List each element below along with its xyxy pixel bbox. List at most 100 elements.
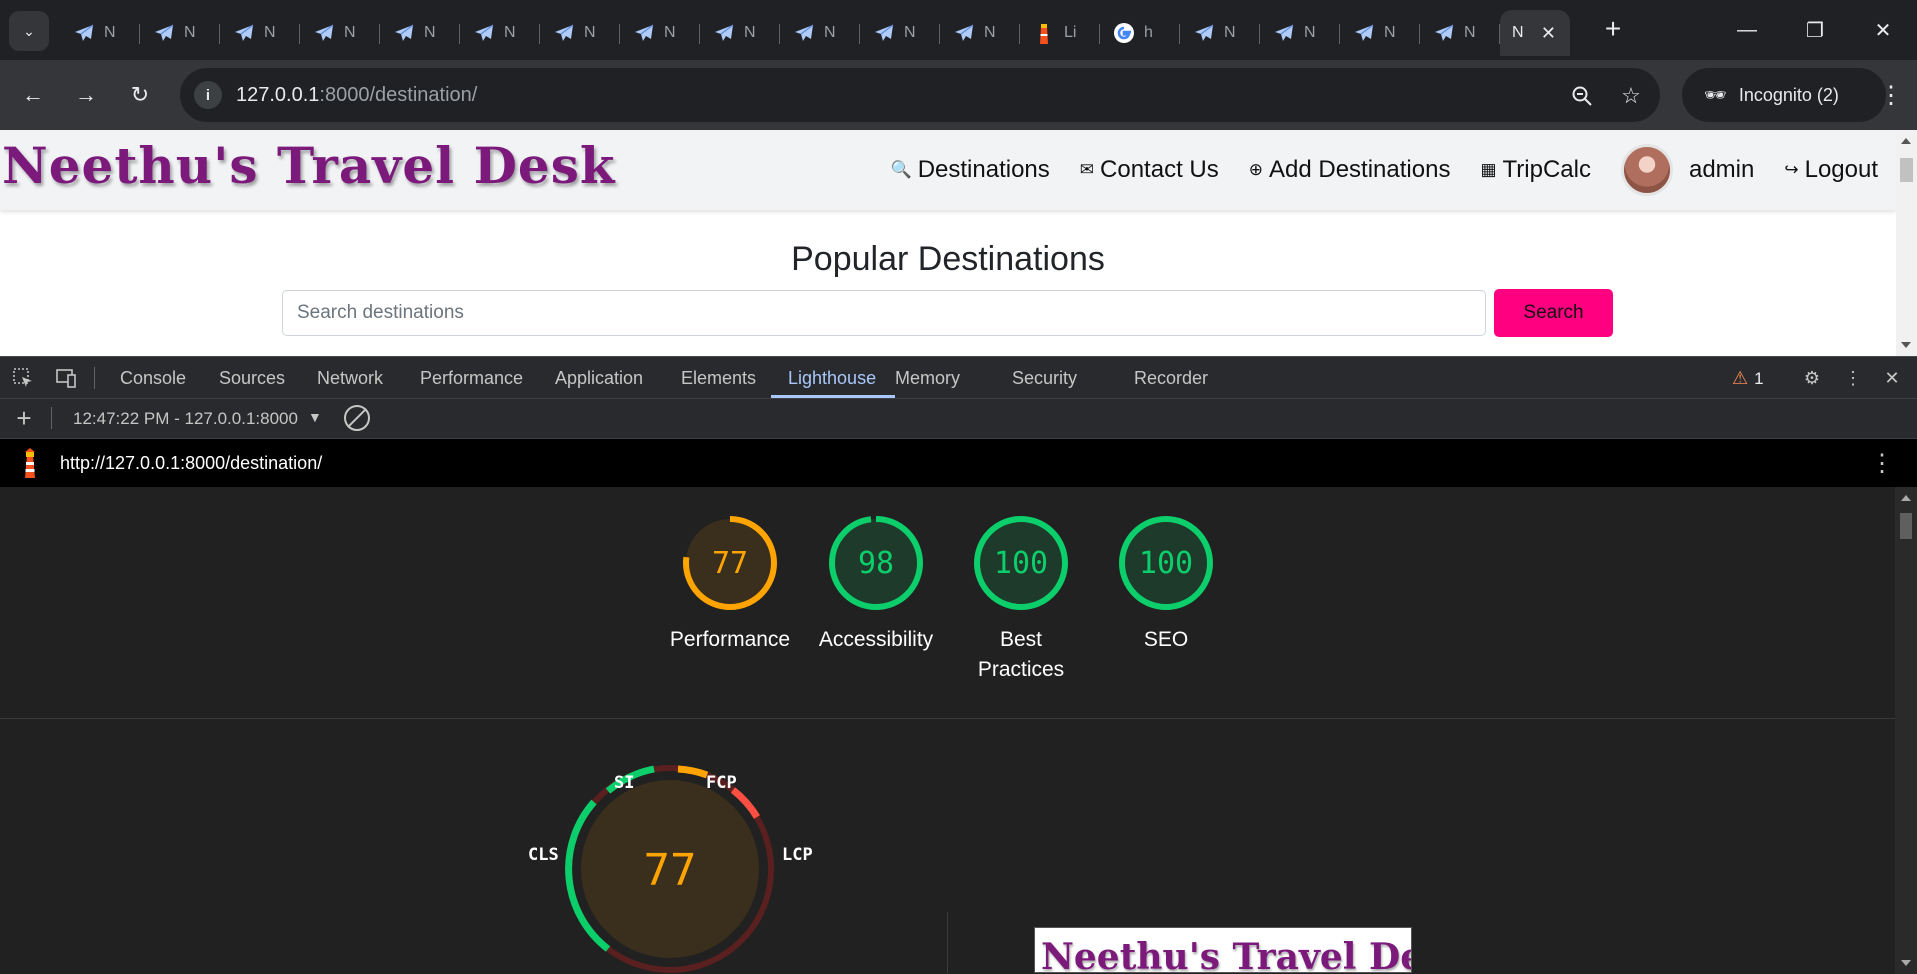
incognito-indicator[interactable]: 🕶 Incognito (2) (1682, 68, 1886, 122)
browser-tab[interactable]: N (380, 10, 460, 56)
devtools-tab-memory[interactable]: Memory (895, 357, 960, 399)
airplane-icon (792, 21, 816, 45)
metric-si-label[interactable]: SI (614, 773, 634, 793)
thumbnail-brand-text: Neethu's Travel Desk (1041, 936, 1411, 973)
devtools-tab-network[interactable]: Network (317, 357, 383, 399)
nav-add-label: Add Destinations (1269, 156, 1451, 183)
browser-tab[interactable]: N (700, 10, 780, 56)
site-navbar: Neethu's Travel Desk 🔍 Destinations ✉ Co… (0, 130, 1896, 210)
device-toolbar-icon[interactable] (54, 366, 78, 390)
new-report-button[interactable]: + (10, 403, 38, 433)
forward-button[interactable]: → (68, 77, 104, 113)
browser-tab[interactable]: N (860, 10, 940, 56)
scroll-down-arrow-icon[interactable] (1901, 960, 1911, 966)
clear-reports-icon[interactable] (344, 405, 370, 431)
scroll-down-arrow-icon[interactable] (1901, 342, 1911, 348)
devtools-tab-performance[interactable]: Performance (420, 357, 523, 399)
minimize-button[interactable]: — (1713, 0, 1781, 60)
search-icon: 🔍 (890, 160, 912, 179)
tab-search-button[interactable]: ⌄ (9, 11, 49, 51)
url-text[interactable]: 127.0.0.1:8000/destination/ (236, 84, 477, 107)
reload-button[interactable]: ↻ (122, 77, 158, 113)
search-input[interactable] (282, 290, 1486, 336)
settings-gear-icon[interactable]: ⚙ (1800, 366, 1824, 390)
final-screenshot-thumbnail[interactable]: Neethu's Travel Desk (1034, 927, 1412, 973)
address-bar[interactable]: i 127.0.0.1:8000/destination/ ☆ (180, 68, 1660, 122)
report-scrollbar[interactable] (1895, 487, 1917, 974)
browser-tab[interactable]: N (140, 10, 220, 56)
browser-menu-button[interactable]: ⋮ (1876, 77, 1906, 113)
back-button[interactable]: ← (15, 77, 51, 113)
browser-tab[interactable]: N (620, 10, 700, 56)
score-gauge-best-practices[interactable]: 100 Best Practices (951, 513, 1091, 685)
browser-tab[interactable]: h (1100, 10, 1180, 56)
browser-tab[interactable]: N (460, 10, 540, 56)
user-profile-link[interactable]: admin (1620, 144, 1754, 196)
close-devtools-icon[interactable]: ✕ (1880, 366, 1904, 390)
devtools-tab-console[interactable]: Console (120, 357, 186, 399)
score-gauge-performance[interactable]: 77 Performance (660, 513, 800, 655)
browser-tab-active[interactable]: N ✕ (1500, 10, 1570, 56)
page-scrollbar[interactable] (1896, 130, 1917, 356)
devtools-tab-recorder[interactable]: Recorder (1134, 357, 1208, 399)
devtools-tabbar: Console Sources Network Performance Applicat… (0, 357, 1917, 399)
scrollbar-thumb[interactable] (1900, 158, 1913, 182)
airplane-icon (952, 21, 976, 45)
airplane-icon (312, 21, 336, 45)
devtools-tab-elements[interactable]: Elements (681, 357, 756, 399)
browser-tab[interactable]: N (220, 10, 300, 56)
logout-link[interactable]: ↪ Logout (1784, 156, 1878, 184)
score-gauge-seo[interactable]: 100 SEO (1096, 513, 1236, 655)
browser-tab[interactable]: N (300, 10, 380, 56)
metric-lcp-label[interactable]: LCP (782, 845, 813, 865)
airplane-icon (232, 21, 256, 45)
close-window-button[interactable]: ✕ (1849, 0, 1917, 60)
report-url[interactable]: http://127.0.0.1:8000/destination/ (60, 453, 322, 474)
browser-tab[interactable]: N (60, 10, 140, 56)
lighthouse-icon (25, 448, 35, 478)
bookmark-star-icon[interactable]: ☆ (1617, 82, 1645, 110)
browser-tab[interactable]: N (540, 10, 620, 56)
performance-score-large: 77 (644, 845, 697, 896)
devtools-tab-security[interactable]: Security (1012, 357, 1077, 399)
airplane-icon (632, 21, 656, 45)
devtools-tab-application[interactable]: Application (555, 357, 643, 399)
browser-tab[interactable]: N (1260, 10, 1340, 56)
nav-add-destinations-link[interactable]: ⊕ Add Destinations (1249, 156, 1451, 184)
devtools-tab-sources[interactable]: Sources (219, 357, 285, 399)
site-info-icon[interactable]: i (194, 81, 222, 109)
metric-cls-label[interactable]: CLS (528, 845, 559, 865)
report-selector[interactable]: 12:47:22 PM - 127.0.0.1:8000 (73, 409, 298, 429)
inspect-element-icon[interactable] (11, 366, 35, 390)
browser-tab[interactable]: Li (1020, 10, 1100, 56)
score-gauge-accessibility[interactable]: 98 Accessibility (806, 513, 946, 655)
zoom-icon[interactable] (1568, 82, 1596, 110)
warnings-counter[interactable]: ⚠ 1 (1732, 368, 1764, 389)
restore-button[interactable]: ❐ (1781, 0, 1849, 60)
page-viewport: Neethu's Travel Desk 🔍 Destinations ✉ Co… (0, 130, 1917, 356)
scrollbar-thumb[interactable] (1900, 513, 1912, 539)
search-button[interactable]: Search (1494, 289, 1613, 337)
nav-tripcalc-link[interactable]: ▦ TripCalc (1480, 156, 1591, 184)
new-tab-button[interactable]: + (1596, 12, 1630, 46)
browser-tab[interactable]: N (1420, 10, 1500, 56)
page-title: Popular Destinations (791, 240, 1105, 278)
scroll-up-arrow-icon[interactable] (1901, 495, 1911, 501)
nav-destinations-link[interactable]: 🔍 Destinations (891, 156, 1050, 184)
browser-tab[interactable]: N (780, 10, 860, 56)
browser-tab[interactable]: N (1180, 10, 1260, 56)
report-menu-icon[interactable]: ⋮ (1870, 449, 1894, 478)
nav-contact-link[interactable]: ✉ Contact Us (1080, 156, 1219, 184)
incognito-label: Incognito (2) (1738, 84, 1839, 105)
close-tab-icon[interactable]: ✕ (1541, 23, 1556, 44)
scroll-up-arrow-icon[interactable] (1901, 138, 1911, 144)
site-brand[interactable]: Neethu's Travel Desk (2, 136, 616, 195)
browser-tab[interactable]: N (1340, 10, 1420, 56)
browser-tab[interactable]: N (940, 10, 1020, 56)
metric-fcp-label[interactable]: FCP (706, 773, 737, 793)
dropdown-caret-icon[interactable]: ▼ (308, 409, 322, 425)
score-value: 98 (858, 546, 894, 581)
devtools-menu-icon[interactable]: ⋮ (1841, 366, 1865, 390)
google-icon (1112, 21, 1136, 45)
devtools-tab-lighthouse[interactable]: Lighthouse (788, 357, 876, 399)
